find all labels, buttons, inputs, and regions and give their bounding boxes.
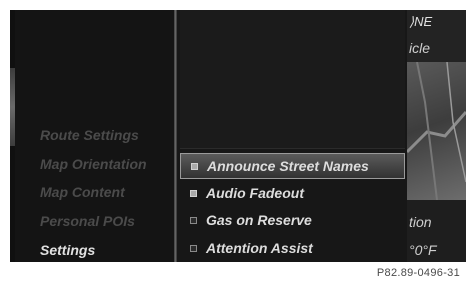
map-header: ⟩NE icle (407, 10, 466, 62)
partial-label-mid: tion (409, 214, 432, 230)
menu-item-settings[interactable]: Settings (40, 242, 95, 258)
checkbox-gas-on-reserve[interactable] (190, 217, 197, 224)
option-label: Gas on Reserve (206, 212, 312, 228)
settings-menu: Route Settings Map Orientation Map Conte… (15, 10, 174, 262)
option-label: Attention Assist (206, 240, 313, 256)
option-gas-on-reserve[interactable]: Gas on Reserve (180, 208, 405, 234)
partial-temperature: °0°F (409, 242, 437, 258)
settings-options-panel: Announce Street Names Audio Fadeout Gas … (177, 10, 407, 262)
map-graphic (407, 61, 466, 201)
empty-display-area (180, 10, 405, 149)
checkbox-audio-fadeout[interactable] (190, 190, 197, 197)
option-audio-fadeout[interactable]: Audio Fadeout (180, 181, 405, 207)
option-label: Audio Fadeout (206, 185, 304, 201)
option-label: Announce Street Names (207, 158, 369, 174)
map-preview: ⟩NE icle tion °0°F (407, 10, 466, 262)
menu-item-map-orientation[interactable]: Map Orientation (40, 156, 147, 172)
checkbox-announce-street-names[interactable] (191, 163, 198, 170)
option-announce-street-names[interactable]: Announce Street Names (180, 153, 405, 179)
navigation-screen: Route Settings Map Orientation Map Conte… (10, 10, 466, 262)
partial-label-top: icle (409, 40, 431, 56)
checkbox-attention-assist[interactable] (190, 245, 197, 252)
menu-item-personal-pois[interactable]: Personal POIs (40, 213, 135, 229)
map-roads-graphic (407, 61, 466, 201)
option-attention-assist[interactable]: Attention Assist (180, 236, 405, 262)
menu-item-route-settings[interactable]: Route Settings (40, 127, 139, 143)
compass-heading: ⟩NE (409, 14, 433, 29)
menu-item-map-content[interactable]: Map Content (40, 184, 125, 200)
figure-code: P82.89-0496-31 (376, 267, 460, 279)
